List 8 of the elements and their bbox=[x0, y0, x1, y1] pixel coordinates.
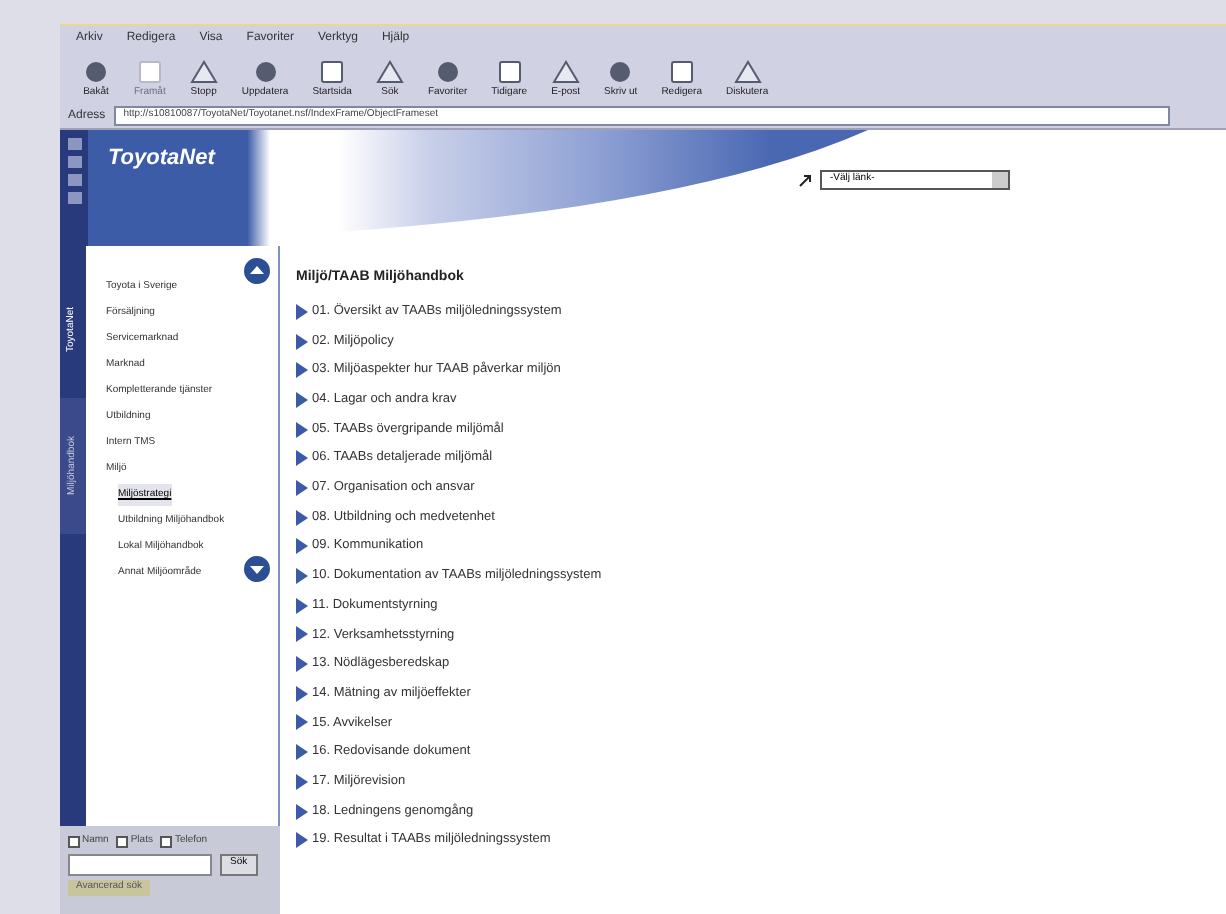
scroll-down-icon[interactable] bbox=[244, 556, 270, 582]
scroll-up-icon[interactable] bbox=[244, 258, 270, 284]
logo[interactable]: ToyotaNet bbox=[108, 142, 215, 175]
pin-icon bbox=[798, 173, 812, 187]
checkbox[interactable] bbox=[160, 835, 173, 848]
checkbox[interactable] bbox=[68, 835, 80, 848]
checkbox[interactable] bbox=[116, 835, 129, 848]
search-field[interactable] bbox=[68, 853, 212, 875]
